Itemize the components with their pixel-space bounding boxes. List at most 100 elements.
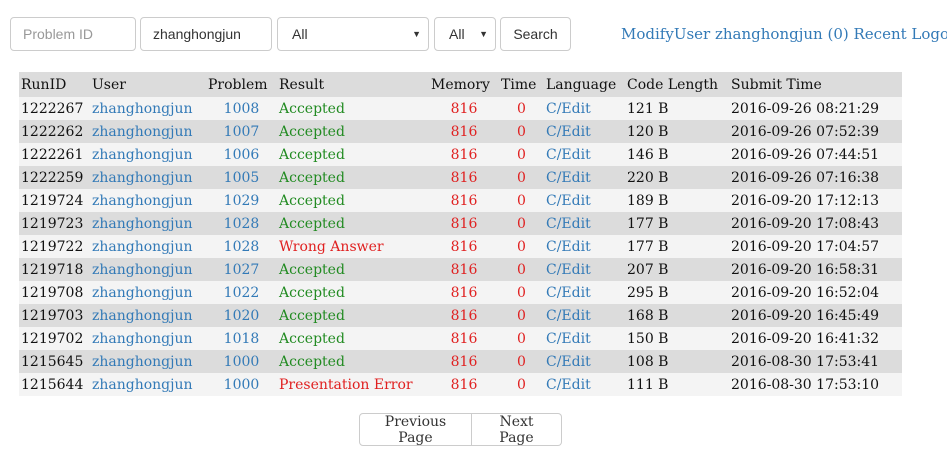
cell-problem-link[interactable]: 1006 (206, 143, 277, 166)
filter-bar: All ▼ All ▼ Search (10, 17, 571, 51)
cell-problem-link[interactable]: 1020 (206, 304, 277, 327)
cell-user-link[interactable]: zhanghongjun (90, 120, 206, 143)
col-header-user: User (90, 72, 206, 97)
col-header-code-length: Code Length (625, 72, 729, 97)
previous-page-button[interactable]: Previous Page (359, 413, 472, 446)
cell-user-link[interactable]: zhanghongjun (90, 373, 206, 396)
cell-problem-link[interactable]: 1018 (206, 327, 277, 350)
cell-time: 0 (499, 281, 544, 304)
cell-language-link[interactable]: C/Edit (544, 281, 625, 304)
cell-user-link[interactable]: zhanghongjun (90, 281, 206, 304)
cell-time: 0 (499, 143, 544, 166)
cell-result: Accepted (277, 97, 429, 120)
cell-problem-link[interactable]: 1022 (206, 281, 277, 304)
next-page-button[interactable]: Next Page (472, 413, 562, 446)
table-row: 1219703 zhanghongjun 1020 Accepted 816 0 C/Edi… (19, 304, 902, 327)
cell-run-id: 1219702 (19, 327, 90, 350)
table-body: 1222267 zhanghongjun 1008 Accepted 816 0 C/Edi… (19, 97, 902, 396)
cell-user-link[interactable]: zhanghongjun (90, 97, 206, 120)
cell-code-length: 120 B (625, 120, 729, 143)
cell-submit-time: 2016-09-26 07:52:39 (729, 120, 902, 143)
cell-problem-link[interactable]: 1000 (206, 350, 277, 373)
cell-problem-link[interactable]: 1000 (206, 373, 277, 396)
cell-time: 0 (499, 258, 544, 281)
table-row: 1219723 zhanghongjun 1028 Accepted 816 0 C/Edi… (19, 212, 902, 235)
col-header-memory: Memory (429, 72, 499, 97)
col-header-result: Result (277, 72, 429, 97)
cell-language-link[interactable]: C/Edit (544, 189, 625, 212)
cell-memory: 816 (429, 189, 499, 212)
recent-link[interactable]: Recent (854, 25, 907, 43)
cell-language-link[interactable]: C/Edit (544, 212, 625, 235)
cell-user-link[interactable]: zhanghongjun (90, 258, 206, 281)
cell-user-link[interactable]: zhanghongjun (90, 189, 206, 212)
cell-submit-time: 2016-09-20 17:12:13 (729, 189, 902, 212)
cell-language-link[interactable]: C/Edit (544, 350, 625, 373)
user-input[interactable] (140, 17, 272, 51)
cell-problem-link[interactable]: 1028 (206, 235, 277, 258)
cell-language-link[interactable]: C/Edit (544, 120, 625, 143)
cell-run-id: 1222262 (19, 120, 90, 143)
cell-user-link[interactable]: zhanghongjun (90, 143, 206, 166)
cell-memory: 816 (429, 143, 499, 166)
cell-result: Accepted (277, 350, 429, 373)
cell-code-length: 220 B (625, 166, 729, 189)
table-row: 1215644 zhanghongjun 1000 Presentation Erro… (19, 373, 902, 396)
messages-link[interactable]: (0) (827, 25, 848, 43)
submission-table: RunID User Problem Result Memory Time La… (19, 72, 902, 396)
cell-user-link[interactable]: zhanghongjun (90, 166, 206, 189)
result-select[interactable]: All ▼ (277, 17, 429, 51)
cell-time: 0 (499, 304, 544, 327)
cell-language-link[interactable]: C/Edit (544, 143, 625, 166)
cell-language-link[interactable]: C/Edit (544, 97, 625, 120)
language-select[interactable]: All ▼ (434, 17, 496, 51)
logout-link[interactable]: Logout (911, 25, 947, 43)
col-header-time: Time (499, 72, 544, 97)
cell-memory: 816 (429, 327, 499, 350)
cell-language-link[interactable]: C/Edit (544, 304, 625, 327)
cell-result: Accepted (277, 258, 429, 281)
cell-problem-link[interactable]: 1028 (206, 212, 277, 235)
cell-time: 0 (499, 97, 544, 120)
cell-time: 0 (499, 327, 544, 350)
cell-run-id: 1219708 (19, 281, 90, 304)
cell-result: Accepted (277, 212, 429, 235)
table-row: 1219708 zhanghongjun 1022 Accepted 816 0 C/Edi… (19, 281, 902, 304)
cell-result: Accepted (277, 166, 429, 189)
cell-language-link[interactable]: C/Edit (544, 166, 625, 189)
cell-user-link[interactable]: zhanghongjun (90, 350, 206, 373)
cell-user-link[interactable]: zhanghongjun (90, 212, 206, 235)
cell-language-link[interactable]: C/Edit (544, 373, 625, 396)
cell-run-id: 1215644 (19, 373, 90, 396)
cell-memory: 816 (429, 166, 499, 189)
cell-problem-link[interactable]: 1029 (206, 189, 277, 212)
cell-language-link[interactable]: C/Edit (544, 258, 625, 281)
search-button[interactable]: Search (500, 17, 571, 51)
cell-memory: 816 (429, 258, 499, 281)
cell-user-link[interactable]: zhanghongjun (90, 235, 206, 258)
cell-language-link[interactable]: C/Edit (544, 235, 625, 258)
cell-submit-time: 2016-08-30 17:53:10 (729, 373, 902, 396)
cell-code-length: 168 B (625, 304, 729, 327)
table-row: 1222259 zhanghongjun 1005 Accepted 816 0 C/Edi… (19, 166, 902, 189)
table-row: 1222267 zhanghongjun 1008 Accepted 816 0 C/Edi… (19, 97, 902, 120)
cell-language-link[interactable]: C/Edit (544, 327, 625, 350)
cell-submit-time: 2016-09-20 17:08:43 (729, 212, 902, 235)
cell-memory: 816 (429, 281, 499, 304)
cell-problem-link[interactable]: 1005 (206, 166, 277, 189)
cell-memory: 816 (429, 304, 499, 327)
cell-user-link[interactable]: zhanghongjun (90, 304, 206, 327)
username-link[interactable]: zhanghongjun (715, 25, 823, 43)
cell-submit-time: 2016-08-30 17:53:41 (729, 350, 902, 373)
cell-code-length: 177 B (625, 235, 729, 258)
cell-problem-link[interactable]: 1007 (206, 120, 277, 143)
cell-time: 0 (499, 373, 544, 396)
cell-problem-link[interactable]: 1008 (206, 97, 277, 120)
cell-user-link[interactable]: zhanghongjun (90, 327, 206, 350)
result-select-value: All (292, 26, 308, 42)
cell-run-id: 1222261 (19, 143, 90, 166)
cell-problem-link[interactable]: 1027 (206, 258, 277, 281)
modify-user-link[interactable]: ModifyUser (621, 25, 710, 43)
problem-id-input[interactable] (10, 17, 136, 51)
cell-result: Accepted (277, 281, 429, 304)
